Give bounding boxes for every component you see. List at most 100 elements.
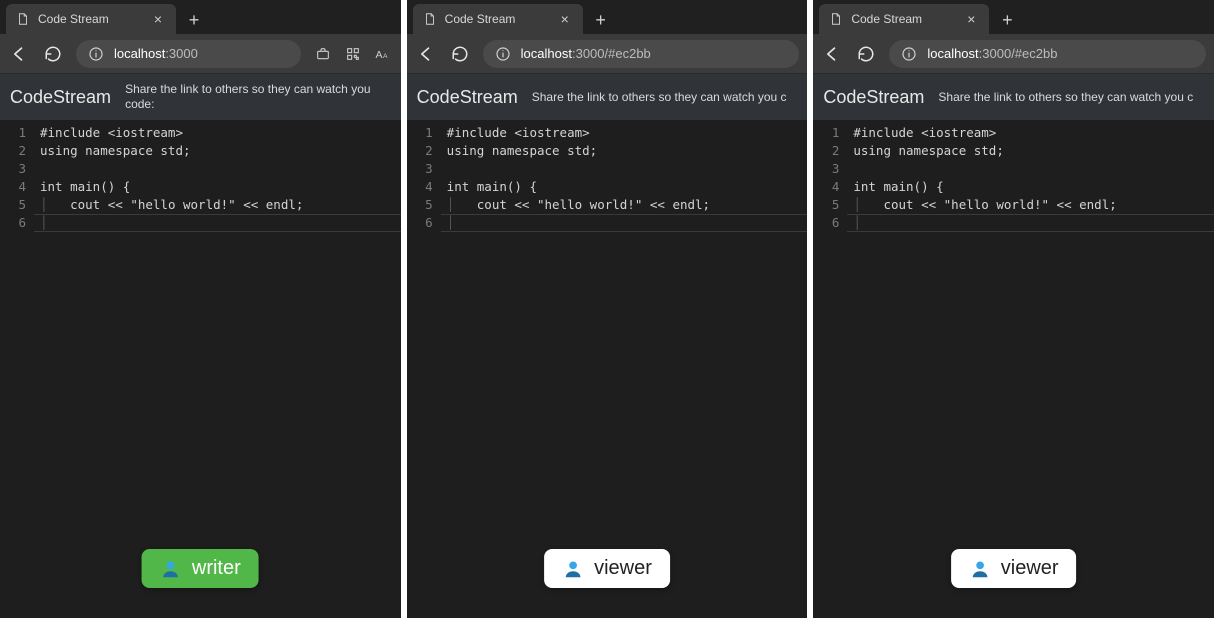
- svg-text:A: A: [383, 52, 388, 59]
- url-input[interactable]: localhost:3000/#ec2bb: [483, 40, 800, 68]
- window-pane-2: Code Stream × + localhost:3000/#ec2bb CodeSt…: [813, 0, 1214, 618]
- address-bar: localhost:3000 AA: [0, 34, 401, 74]
- url-host: localhost: [927, 46, 978, 61]
- briefcase-icon[interactable]: [313, 44, 333, 64]
- code-line[interactable]: int main() {: [447, 178, 802, 196]
- code-line[interactable]: #include <iostream>: [40, 124, 395, 142]
- role-label: writer: [192, 557, 241, 580]
- line-number: 3: [817, 160, 839, 178]
- line-number: 4: [817, 178, 839, 196]
- code-line[interactable]: #include <iostream>: [853, 124, 1208, 142]
- new-tab-button[interactable]: +: [587, 6, 615, 34]
- line-number: 5: [4, 196, 26, 214]
- code-column[interactable]: #include <iostream>using namespace std; i…: [34, 120, 401, 618]
- qr-icon[interactable]: [343, 44, 363, 64]
- role-badge: writer: [142, 549, 259, 588]
- url-input[interactable]: localhost:3000: [76, 40, 301, 68]
- line-number: 2: [411, 142, 433, 160]
- browser-tab[interactable]: Code Stream ×: [819, 4, 989, 34]
- code-line[interactable]: using namespace std;: [447, 142, 802, 160]
- person-icon: [562, 558, 584, 580]
- refresh-button[interactable]: [449, 43, 471, 65]
- close-icon[interactable]: ×: [150, 11, 166, 27]
- close-icon[interactable]: ×: [963, 11, 979, 27]
- code-line[interactable]: [447, 160, 802, 178]
- browser-tab[interactable]: Code Stream ×: [6, 4, 176, 34]
- url-path: :3000/#ec2bb: [979, 46, 1058, 61]
- code-line[interactable]: int main() {: [853, 178, 1208, 196]
- app-tagline: Share the link to others so they can wat…: [125, 82, 391, 112]
- svg-text:A: A: [375, 48, 382, 60]
- person-icon: [969, 558, 991, 580]
- line-number: 5: [817, 196, 839, 214]
- info-icon[interactable]: [495, 46, 511, 62]
- line-number: 3: [411, 160, 433, 178]
- textsize-icon[interactable]: AA: [373, 44, 393, 64]
- url-input[interactable]: localhost:3000/#ec2bb: [889, 40, 1206, 68]
- refresh-button[interactable]: [42, 43, 64, 65]
- browser-tab[interactable]: Code Stream ×: [413, 4, 583, 34]
- url-path: :3000: [165, 46, 198, 61]
- code-line[interactable]: │ cout << "hello world!" << endl;: [447, 196, 802, 214]
- address-bar: localhost:3000/#ec2bb: [813, 34, 1214, 74]
- back-button[interactable]: [821, 43, 843, 65]
- tab-title: Code Stream: [38, 12, 142, 26]
- address-bar: localhost:3000/#ec2bb: [407, 34, 808, 74]
- info-icon[interactable]: [88, 46, 104, 62]
- code-line[interactable]: │: [447, 214, 802, 232]
- new-tab-button[interactable]: +: [180, 6, 208, 34]
- file-icon: [829, 12, 843, 26]
- tab-title: Code Stream: [851, 12, 955, 26]
- line-number: 2: [4, 142, 26, 160]
- url-path: :3000/#ec2bb: [572, 46, 651, 61]
- app-logo: CodeStream: [823, 87, 924, 108]
- window-pane-0: Code Stream × + localhost:3000 AA CodeStream S…: [0, 0, 401, 618]
- url-host: localhost: [521, 46, 572, 61]
- toolbar-right: AA: [313, 44, 393, 64]
- code-line[interactable]: #include <iostream>: [447, 124, 802, 142]
- back-button[interactable]: [8, 43, 30, 65]
- url-host: localhost: [114, 46, 165, 61]
- code-line[interactable]: │: [853, 214, 1208, 232]
- new-tab-button[interactable]: +: [993, 6, 1021, 34]
- app-header: CodeStreamShare the link to others so th…: [407, 74, 808, 120]
- line-gutter: 123456: [0, 120, 34, 618]
- role-badge: viewer: [951, 549, 1077, 588]
- line-number: 6: [4, 214, 26, 232]
- role-label: viewer: [594, 557, 652, 580]
- app-tagline: Share the link to others so they can wat…: [938, 90, 1204, 105]
- code-line[interactable]: │ cout << "hello world!" << endl;: [40, 196, 395, 214]
- role-badge: viewer: [544, 549, 670, 588]
- code-line[interactable]: │ cout << "hello world!" << endl;: [853, 196, 1208, 214]
- code-column[interactable]: #include <iostream>using namespace std; i…: [441, 120, 808, 618]
- line-number: 1: [4, 124, 26, 142]
- code-line[interactable]: │: [40, 214, 395, 232]
- code-editor[interactable]: 123456#include <iostream>using namespace…: [813, 120, 1214, 618]
- browser-tab-bar: Code Stream × +: [407, 0, 808, 34]
- code-column[interactable]: #include <iostream>using namespace std; i…: [847, 120, 1214, 618]
- code-line[interactable]: int main() {: [40, 178, 395, 196]
- app-header: CodeStream Share the link to others so th…: [813, 74, 1214, 120]
- file-icon: [423, 12, 437, 26]
- app-logo: CodeStream: [417, 87, 518, 108]
- window-pane-1: Code Stream × + localhost:3000/#ec2bb CodeSt…: [407, 0, 808, 618]
- line-number: 3: [4, 160, 26, 178]
- line-number: 1: [411, 124, 433, 142]
- back-button[interactable]: [415, 43, 437, 65]
- app-header: CodeStream Share the link to others so th…: [0, 74, 401, 120]
- code-editor[interactable]: 123456#include <iostream>using namespace…: [0, 120, 401, 618]
- browser-tab-bar: Code Stream × +: [813, 0, 1214, 34]
- code-line[interactable]: using namespace std;: [853, 142, 1208, 160]
- tab-title: Code Stream: [445, 12, 549, 26]
- app-logo: CodeStream: [10, 87, 111, 108]
- line-number: 4: [411, 178, 433, 196]
- close-icon[interactable]: ×: [557, 11, 573, 27]
- info-icon[interactable]: [901, 46, 917, 62]
- refresh-button[interactable]: [855, 43, 877, 65]
- code-line[interactable]: [853, 160, 1208, 178]
- file-icon: [16, 12, 30, 26]
- line-gutter: 123456: [813, 120, 847, 618]
- code-line[interactable]: using namespace std;: [40, 142, 395, 160]
- code-editor[interactable]: 123456#include <iostream>using namespace…: [407, 120, 808, 618]
- code-line[interactable]: [40, 160, 395, 178]
